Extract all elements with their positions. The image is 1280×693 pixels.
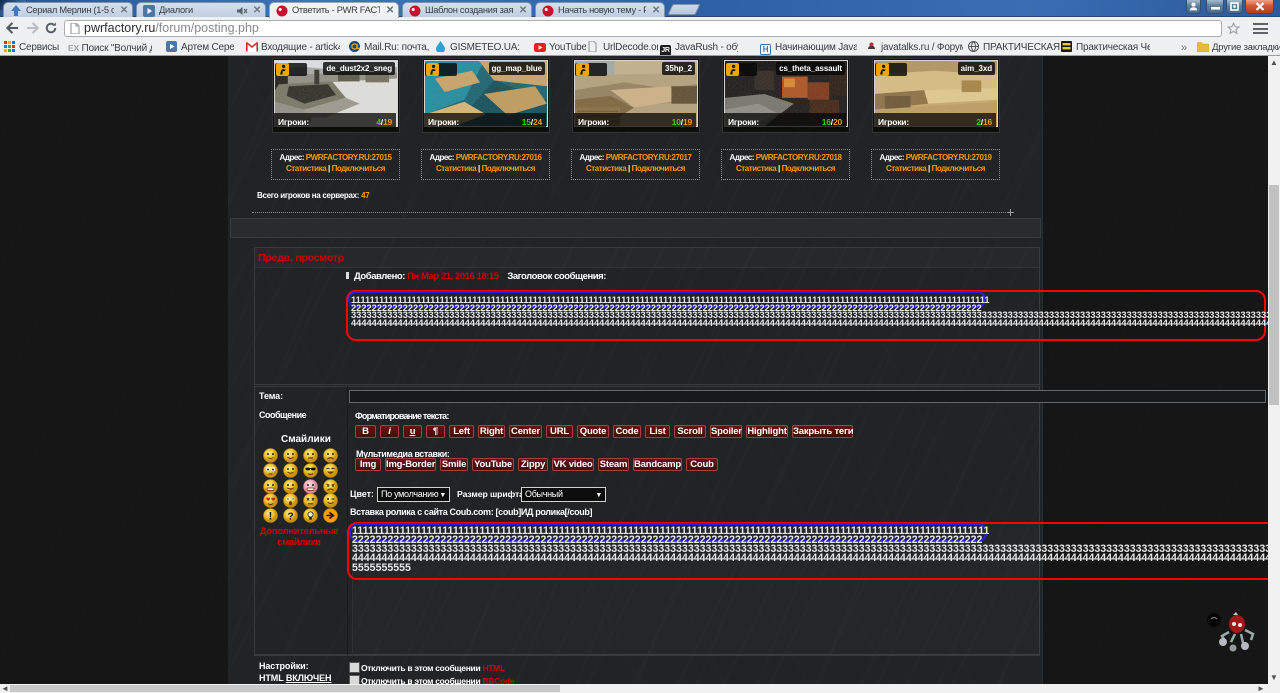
svg-text:?: ? bbox=[287, 511, 293, 522]
svg-text:!: ! bbox=[268, 510, 272, 522]
